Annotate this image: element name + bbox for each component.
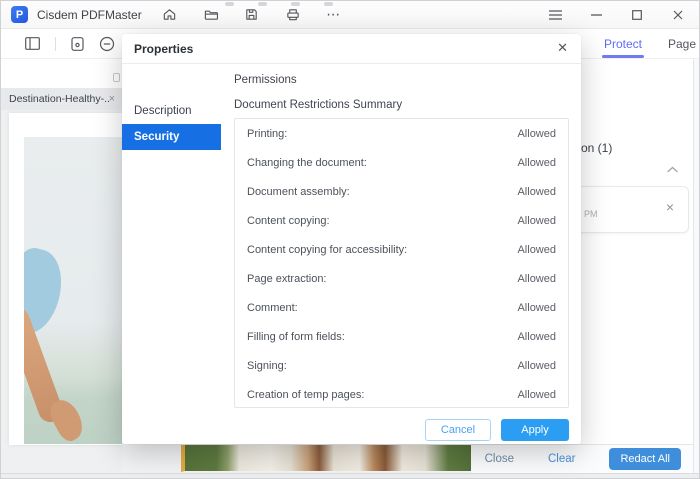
document-tab-close-icon[interactable]: × (109, 93, 115, 105)
maximize-icon[interactable] (630, 8, 644, 22)
open-folder-icon[interactable] (203, 7, 219, 23)
toolbar-peek-icon (324, 2, 333, 6)
restriction-row: Content copying for accessibility: Allow… (247, 243, 556, 256)
close-button[interactable]: Close (485, 453, 514, 465)
status-strip (1, 473, 699, 478)
properties-dialog: Properties ✕ Description Security Permis… (122, 34, 581, 444)
permissions-heading: Permissions (234, 74, 297, 86)
save-icon[interactable] (244, 7, 260, 23)
print-icon[interactable] (285, 7, 301, 23)
collapse-caret-icon[interactable] (667, 166, 678, 173)
menu-icon[interactable] (548, 8, 562, 22)
restriction-row: Creation of temp pages: Allowed (247, 388, 556, 401)
restrictions-summary-heading: Document Restrictions Summary (234, 99, 403, 111)
redact-all-button[interactable]: Redact All (609, 448, 681, 470)
pdf-page (9, 113, 122, 445)
toolbar-peek-icon (291, 2, 300, 6)
window-controls (548, 8, 699, 22)
restriction-row: Printing: Allowed (247, 127, 556, 140)
restriction-row: Page extraction: Allowed (247, 272, 556, 285)
minimize-icon[interactable] (589, 8, 603, 22)
toolbar-left-group (25, 36, 115, 52)
toolbar-peek-icon (225, 2, 234, 6)
tab-protect[interactable]: Protect (601, 37, 644, 58)
close-window-icon[interactable] (671, 8, 685, 22)
redaction-count-text: on (1) (581, 141, 613, 155)
document-tab[interactable]: Destination-Healthy-... × (1, 88, 122, 110)
tab-page[interactable]: Page (668, 37, 696, 51)
redaction-action-bar: Close Clear Redact All (471, 444, 693, 473)
pdf-photo-bottom-sliver (181, 445, 471, 472)
pdf-page-photo (24, 137, 122, 444)
partial-icon (113, 73, 120, 82)
restriction-row: Document assembly: Allowed (247, 185, 556, 198)
clear-button[interactable]: Clear (548, 453, 575, 465)
home-icon[interactable] (162, 7, 178, 23)
restriction-row: Signing: Allowed (247, 359, 556, 372)
app-title: Cisdem PDFMaster (37, 7, 142, 22)
restrictions-table: Printing: Allowed Changing the document:… (234, 118, 569, 408)
redaction-timestamp: PM (584, 209, 598, 219)
dialog-content: Permissions Document Restrictions Summar… (234, 64, 569, 441)
restriction-row: Filling of form fields: Allowed (247, 330, 556, 343)
app-logo: P (11, 6, 28, 23)
remove-redaction-icon[interactable]: × (666, 200, 674, 214)
toolbar-right-tabs: Protect Page (601, 37, 699, 58)
restriction-row: Comment: Allowed (247, 301, 556, 314)
titlebar-actions: ⋯ (162, 6, 342, 23)
restriction-row: Changing the document: Allowed (247, 156, 556, 169)
panel-right-margin (694, 59, 699, 473)
zoom-out-icon[interactable] (99, 36, 115, 52)
cancel-button[interactable]: Cancel (425, 419, 491, 441)
dialog-tab-list: Description Security (122, 98, 221, 150)
redaction-item-card[interactable]: PM × (571, 186, 689, 233)
dialog-tab-security[interactable]: Security (122, 124, 221, 150)
sidebar-panel-icon[interactable] (25, 37, 40, 50)
titlebar: P Cisdem PDFMaster ⋯ (1, 1, 699, 29)
document-tab-label: Destination-Healthy-... (9, 93, 109, 105)
dialog-title: Properties (134, 42, 194, 56)
more-icon[interactable]: ⋯ (326, 6, 342, 23)
dialog-header: Properties ✕ (122, 34, 581, 64)
dialog-footer: Cancel Apply (234, 419, 569, 441)
page-thumbnail-icon[interactable] (71, 36, 84, 51)
app-window: P Cisdem PDFMaster ⋯ Protect Page Destin… (0, 0, 700, 479)
apply-button[interactable]: Apply (501, 419, 569, 441)
toolbar-divider (55, 36, 56, 51)
restriction-row: Content copying: Allowed (247, 214, 556, 227)
dialog-close-icon[interactable]: ✕ (557, 41, 568, 54)
toolbar-peek-icon (258, 2, 267, 6)
dialog-tab-description[interactable]: Description (122, 98, 221, 124)
